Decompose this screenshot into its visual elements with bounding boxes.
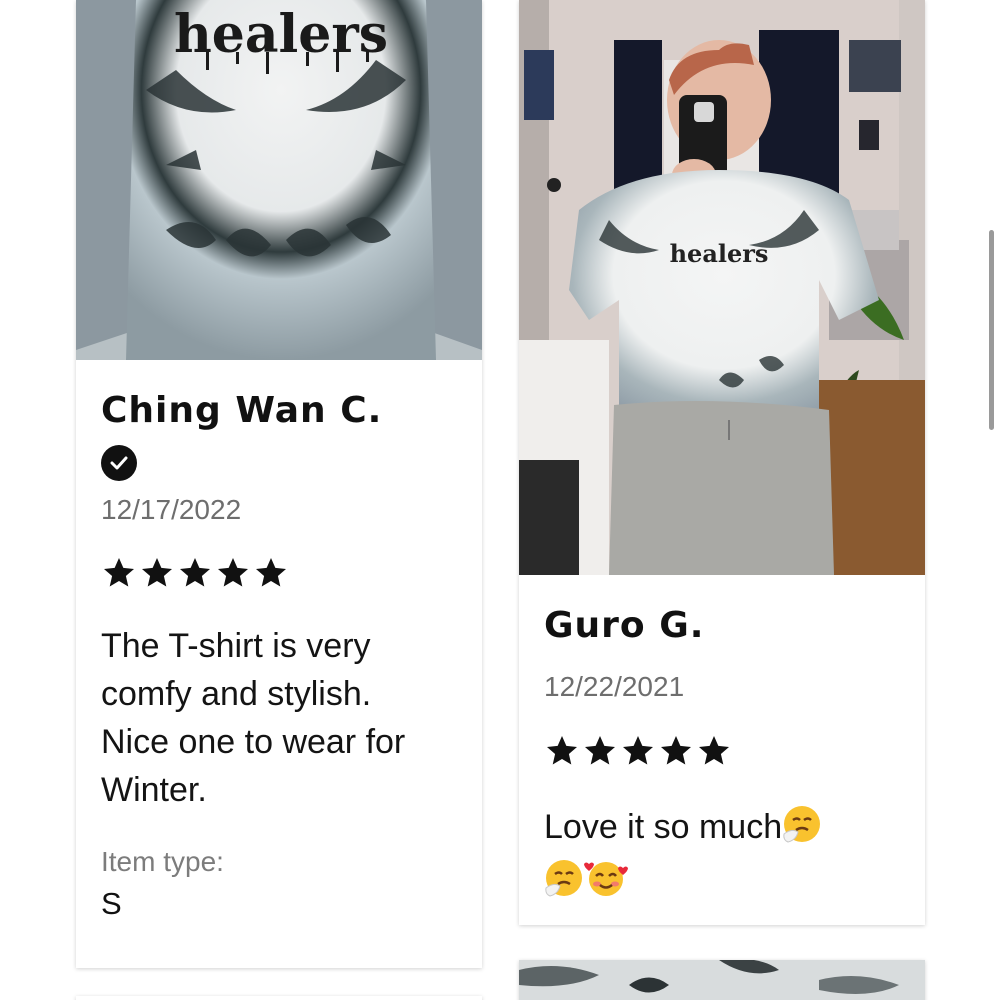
star-rating [101,555,289,591]
sneezing-face-icon [782,804,822,857]
star-icon [256,558,286,587]
review-date: 12/22/2021 [544,671,685,702]
reviewer-name: Guro G. [544,605,705,646]
star-icon [180,558,210,587]
review-card[interactable] [76,996,482,1000]
review-card[interactable]: healers Guro G. 12/22/2021 Love it so mu… [519,0,925,925]
review-text: Love it so much [544,803,884,911]
mirror-selfie-photo: healers [519,0,925,575]
scrollbar-thumb[interactable] [989,230,994,430]
star-rating [544,733,732,769]
sneezing-face-icon [544,858,584,911]
reviews-page: healers Ching Wan C. 12/17/2022 The T-sh… [0,0,1000,1000]
item-type-label: Item type: [101,846,224,877]
star-icon [585,736,615,765]
svg-text:healers: healers [670,239,769,268]
star-icon [623,736,653,765]
review-card[interactable] [519,960,925,1000]
star-icon [218,558,248,587]
star-icon [699,736,729,765]
review-photo[interactable]: healers [76,0,482,360]
star-icon [547,736,577,765]
star-icon [661,736,691,765]
item-type-value: S [101,886,122,921]
review-date: 12/17/2022 [101,494,242,525]
review-photo[interactable] [519,960,925,1000]
star-icon [104,558,134,587]
review-card[interactable]: healers Ching Wan C. 12/17/2022 The T-sh… [76,0,482,968]
review-text-content: Love it so much [544,808,783,846]
review-photo[interactable]: healers [519,0,925,575]
star-icon [142,558,172,587]
reviewer-name: Ching Wan C. [101,390,383,431]
smiling-face-with-hearts-icon [584,858,628,911]
review-photo-image [519,960,925,1000]
verified-check-icon [101,445,137,481]
review-text: The T-shirt is very comfy and stylish. N… [101,627,406,809]
tie-dye-shirt-photo: healers [76,0,482,360]
